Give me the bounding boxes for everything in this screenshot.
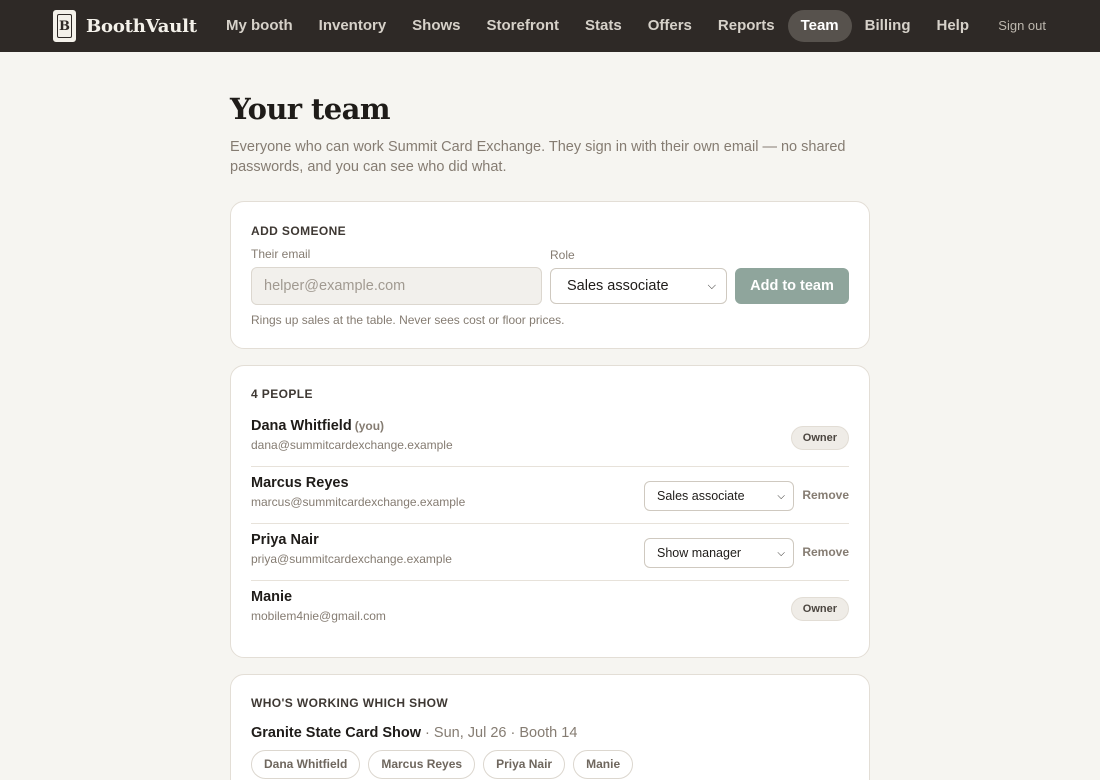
show-details: · Sun, Jul 26 · Booth 14 <box>421 725 578 741</box>
staff-chip[interactable]: Manie <box>573 750 634 779</box>
nav-item-help[interactable]: Help <box>923 10 982 42</box>
staff-chip[interactable]: Marcus Reyes <box>368 750 476 779</box>
remove-button[interactable]: Remove <box>802 545 849 559</box>
staff-chips: Dana Whitfield Marcus Reyes Priya Nair M… <box>251 750 634 779</box>
email-input[interactable] <box>251 267 542 305</box>
person-row: Marcus Reyes marcus@summitcardexchange.e… <box>251 467 849 524</box>
nav-item-my-booth[interactable]: My booth <box>213 10 306 42</box>
person-row: Manie mobilem4nie@gmail.com Owner <box>251 581 849 638</box>
person-row: Dana Whitfield (you) dana@summitcardexcha… <box>251 410 849 467</box>
email-label: Their email <box>251 247 311 261</box>
role-hint: Rings up sales at the table. Never sees … <box>251 313 565 327</box>
role-select-value: Sales associate <box>567 278 669 294</box>
show-staffing-card: Who's working which show Granite State C… <box>230 674 870 780</box>
person-role-select[interactable]: Sales associate ⌵ <box>644 481 794 511</box>
person-name: Manie <box>251 589 293 605</box>
brand[interactable]: B BoothVault <box>53 10 197 42</box>
nav-item-team[interactable]: Team <box>787 10 852 42</box>
nav-item-reports[interactable]: Reports <box>705 10 788 42</box>
person-name: Priya Nair <box>251 532 319 548</box>
person-email: mobilem4nie@gmail.com <box>251 609 386 623</box>
nav-item-storefront[interactable]: Storefront <box>474 10 573 42</box>
role-select[interactable]: Sales associate ⌵ <box>550 268 727 304</box>
people-count-heading: 4 people <box>251 387 313 401</box>
owner-badge: Owner <box>790 597 849 621</box>
person-role-value: Show manager <box>657 546 742 560</box>
chevron-down-icon: ⌵ <box>707 279 716 292</box>
add-someone-card: Add someone Their email Role Sales assoc… <box>230 201 870 349</box>
person-role-select[interactable]: Show manager ⌵ <box>644 538 794 568</box>
person-email: priya@summitcardexchange.example <box>251 552 452 566</box>
person-name: Dana Whitfield (you) <box>251 418 385 434</box>
people-card: 4 people Dana Whitfield (you) dana@summit… <box>230 365 870 658</box>
show-staffing-heading: Who's working which show <box>251 696 449 710</box>
page-subtitle: Everyone who can work Summit Card Exchan… <box>230 139 846 175</box>
main-nav: My booth Inventory Shows Storefront Stat… <box>213 10 982 42</box>
show-title: Granite State Card Show · Sun, Jul 26 · … <box>251 725 577 741</box>
show-name: Granite State Card Show <box>251 725 422 741</box>
remove-button[interactable]: Remove <box>802 488 849 502</box>
add-someone-heading: Add someone <box>251 224 347 238</box>
role-label: Role <box>550 248 575 262</box>
logo-letter: B <box>57 14 72 38</box>
you-tag: (you) <box>354 419 385 433</box>
person-role-value: Sales associate <box>657 489 745 503</box>
person-email: marcus@summitcardexchange.example <box>251 495 466 509</box>
staff-chip[interactable]: Dana Whitfield <box>251 750 361 779</box>
nav-item-offers[interactable]: Offers <box>635 10 705 42</box>
add-to-team-button[interactable]: Add to team <box>735 268 849 304</box>
person-email: dana@summitcardexchange.example <box>251 438 453 452</box>
sign-out-link[interactable]: Sign out <box>998 18 1046 33</box>
nav-item-billing[interactable]: Billing <box>852 10 924 42</box>
chevron-down-icon: ⌵ <box>777 547 785 559</box>
nav-item-stats[interactable]: Stats <box>572 10 635 42</box>
brand-name: BoothVault <box>86 15 197 37</box>
chevron-down-icon: ⌵ <box>777 490 785 502</box>
nav-item-inventory[interactable]: Inventory <box>306 10 400 42</box>
page-title: Your team <box>230 92 391 126</box>
booth-vault-logo-icon: B <box>53 10 76 42</box>
owner-badge: Owner <box>790 426 849 450</box>
nav-item-shows[interactable]: Shows <box>399 10 473 42</box>
top-nav-bar: B BoothVault My booth Inventory Shows St… <box>0 0 1100 52</box>
person-row: Priya Nair priya@summitcardexchange.exam… <box>251 524 849 581</box>
staff-chip[interactable]: Priya Nair <box>483 750 566 779</box>
person-name: Marcus Reyes <box>251 475 349 491</box>
